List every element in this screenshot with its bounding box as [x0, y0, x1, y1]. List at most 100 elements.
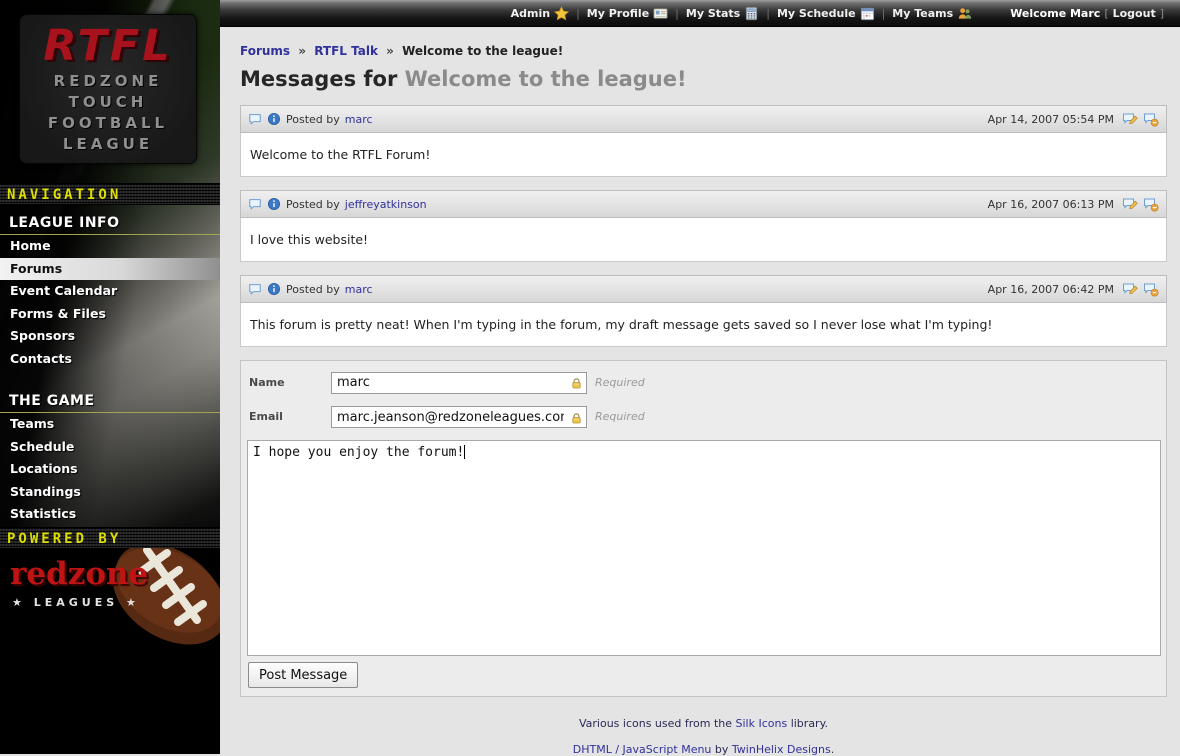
topbar: Admin | My Profile | My Stats | My Sched…	[220, 0, 1180, 27]
sidebar-item-sponsors[interactable]: Sponsors	[0, 325, 220, 348]
admin-menu-item[interactable]: Admin	[511, 6, 569, 21]
message-header: Posted by marc Apr 16, 2007 06:42 PM	[240, 275, 1167, 303]
comment-icon	[248, 197, 262, 211]
information-icon[interactable]	[267, 282, 281, 296]
redzone-wordmark: redzone	[10, 556, 148, 592]
author-link[interactable]: jeffreyatkinson	[345, 198, 427, 211]
logout-bracket: ]	[1160, 7, 1164, 20]
email-field-row: Email Required	[249, 406, 1161, 429]
message-textarea[interactable]: I hope you enjoy the forum!	[247, 440, 1161, 656]
footer-credit-text: .	[831, 743, 835, 756]
message-body: This forum is pretty neat! When I'm typi…	[240, 303, 1167, 347]
sidebar-item-contacts[interactable]: Contacts	[0, 348, 220, 371]
lock-icon	[570, 410, 583, 429]
logout-bracket: [	[1104, 7, 1108, 20]
breadcrumb-link-rtfl-talk[interactable]: RTFL Talk	[314, 44, 378, 58]
message-timestamp: Apr 14, 2007 05:54 PM	[988, 113, 1114, 126]
my-stats-menu-item[interactable]: My Stats	[686, 6, 759, 21]
forum-message: Posted by marc Apr 14, 2007 05:54 PM Wel…	[240, 105, 1167, 177]
page-title: Messages for Welcome to the league!	[240, 67, 1167, 91]
group-icon	[957, 6, 972, 21]
rtfl-logo-line: LEAGUE	[20, 134, 196, 155]
name-input[interactable]	[331, 372, 587, 394]
my-stats-link[interactable]: My Stats	[686, 7, 740, 20]
text-caret	[464, 445, 465, 459]
message-body: I love this website!	[240, 218, 1167, 262]
posted-by-label: Posted by	[286, 198, 340, 211]
my-profile-link[interactable]: My Profile	[587, 7, 649, 20]
page-title-prefix: Messages for	[240, 67, 397, 91]
delete-comment-icon[interactable]	[1143, 111, 1159, 127]
my-schedule-link[interactable]: My Schedule	[777, 7, 856, 20]
author-link[interactable]: marc	[345, 113, 373, 126]
my-teams-link[interactable]: My Teams	[892, 7, 953, 20]
sidebar-item-schedule[interactable]: Schedule	[0, 436, 220, 459]
delete-comment-icon[interactable]	[1143, 281, 1159, 297]
rtfl-logo-line: TOUCH	[20, 92, 196, 113]
rtfl-logo-line: REDZONE	[20, 71, 196, 92]
nav-heading-the-game: THE GAME	[0, 383, 220, 413]
posted-by-label: Posted by	[286, 283, 340, 296]
star-icon	[554, 6, 569, 21]
leagues-wordmark: ★ LEAGUES ★	[12, 596, 140, 609]
comment-icon	[248, 112, 262, 126]
email-label: Email	[249, 410, 331, 423]
powered-by-header: POWERED BY	[0, 527, 220, 549]
admin-link[interactable]: Admin	[511, 7, 550, 20]
message-timestamp: Apr 16, 2007 06:42 PM	[988, 283, 1114, 296]
sidebar-item-forums[interactable]: Forums	[0, 258, 220, 281]
post-form: Name Required Email Required	[240, 360, 1167, 697]
edit-comment-icon[interactable]	[1122, 281, 1138, 297]
twinhelix-link[interactable]: TwinHelix Designs	[732, 743, 831, 756]
topbar-separator: |	[766, 7, 770, 20]
information-icon[interactable]	[267, 112, 281, 126]
calculator-icon	[744, 6, 759, 21]
my-teams-menu-item[interactable]: My Teams	[892, 6, 972, 21]
footer-credit-text: Various icons used from the	[579, 717, 736, 730]
silk-icons-link[interactable]: Silk Icons	[736, 717, 788, 730]
page-title-topic: Welcome to the league!	[405, 67, 687, 91]
delete-comment-icon[interactable]	[1143, 196, 1159, 212]
rtfl-logo-acronym: RTFL	[20, 21, 196, 71]
my-profile-menu-item[interactable]: My Profile	[587, 6, 668, 21]
rtfl-logo[interactable]: RTFL REDZONE TOUCH FOOTBALL LEAGUE	[19, 14, 197, 164]
my-schedule-menu-item[interactable]: My Schedule	[777, 6, 875, 21]
breadcrumb-separator: »	[298, 44, 306, 58]
sidebar-nav: LEAGUE INFO Home Forums Event Calendar F…	[0, 205, 220, 526]
lock-icon	[570, 375, 583, 394]
edit-comment-icon[interactable]	[1122, 196, 1138, 212]
message-timestamp: Apr 16, 2007 06:13 PM	[988, 198, 1114, 211]
sidebar-item-forms-files[interactable]: Forms & Files	[0, 303, 220, 326]
sidebar-item-event-calendar[interactable]: Event Calendar	[0, 280, 220, 303]
topbar-separator: |	[882, 7, 886, 20]
footer: Various icons used from the Silk Icons l…	[240, 717, 1167, 756]
sidebar-item-home[interactable]: Home	[0, 235, 220, 258]
redzone-leagues-logo[interactable]: redzone ★ LEAGUES ★	[0, 548, 220, 648]
information-icon[interactable]	[267, 197, 281, 211]
sidebar: RTFL REDZONE TOUCH FOOTBALL LEAGUE NAVIG…	[0, 0, 220, 754]
name-field-row: Name Required	[249, 371, 1161, 394]
dhtml-menu-link[interactable]: DHTML / JavaScript Menu	[573, 743, 712, 756]
logout-link[interactable]: Logout	[1113, 7, 1156, 20]
message-header: Posted by marc Apr 14, 2007 05:54 PM	[240, 105, 1167, 133]
rtfl-logo-line: FOOTBALL	[20, 113, 196, 134]
required-label: Required	[595, 410, 645, 423]
sidebar-item-standings[interactable]: Standings	[0, 481, 220, 504]
post-message-button[interactable]: Post Message	[248, 662, 358, 688]
forum-message: Posted by marc Apr 16, 2007 06:42 PM Thi…	[240, 275, 1167, 347]
email-input[interactable]	[331, 406, 587, 428]
vcard-icon	[653, 6, 668, 21]
sidebar-item-teams[interactable]: Teams	[0, 413, 220, 436]
welcome-user-label: Welcome Marc	[1010, 7, 1100, 20]
required-label: Required	[595, 376, 645, 389]
sidebar-item-statistics[interactable]: Statistics	[0, 503, 220, 526]
forum-message: Posted by jeffreyatkinson Apr 16, 2007 0…	[240, 190, 1167, 262]
edit-comment-icon[interactable]	[1122, 111, 1138, 127]
breadcrumb: Forums » RTFL Talk » Welcome to the leag…	[240, 44, 1167, 58]
topbar-separator: |	[576, 7, 580, 20]
posted-by-label: Posted by	[286, 113, 340, 126]
navigation-header: NAVIGATION	[0, 183, 220, 205]
sidebar-item-locations[interactable]: Locations	[0, 458, 220, 481]
author-link[interactable]: marc	[345, 283, 373, 296]
breadcrumb-link-forums[interactable]: Forums	[240, 44, 290, 58]
